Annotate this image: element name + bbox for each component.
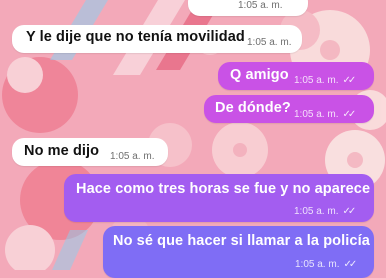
message-time-text: 1:05 a. m.	[294, 75, 339, 86]
message-text: Y le dije que no tenía movilidad	[26, 29, 245, 45]
message-incoming[interactable]: 1:05 a. m.	[188, 0, 308, 16]
message-time: 1:05 a. m.	[247, 37, 292, 48]
message-time-text: 1:05 a. m.	[294, 206, 339, 217]
double-check-icon: ✓✓	[342, 206, 356, 217]
double-check-icon: ✓✓	[342, 75, 356, 86]
message-time: 1:05 a. m. ✓✓	[295, 259, 357, 270]
message-time: 1:05 a. m. ✓✓	[294, 206, 356, 217]
message-outgoing[interactable]: De dónde? 1:05 a. m. ✓✓	[204, 95, 374, 123]
message-incoming[interactable]: Y le dije que no tenía movilidad 1:05 a.…	[12, 25, 302, 53]
double-check-icon: ✓✓	[343, 259, 357, 270]
message-text: Q amigo	[230, 67, 289, 83]
message-outgoing[interactable]: Hace como tres horas se fue y no aparece…	[64, 174, 374, 222]
message-text: No sé que hacer si llamar a la policía	[113, 233, 370, 249]
message-text: No me dijo	[24, 143, 100, 159]
message-text: Hace como tres horas se fue y no aparece	[76, 181, 371, 197]
message-time: 1:05 a. m.	[238, 0, 283, 11]
message-outgoing[interactable]: No sé que hacer si llamar a la policía 1…	[103, 226, 374, 278]
message-outgoing[interactable]: Q amigo 1:05 a. m. ✓✓	[218, 62, 374, 90]
message-time-text: 1:05 a. m.	[294, 109, 339, 120]
message-time: 1:05 a. m.	[110, 151, 155, 162]
message-time-text: 1:05 a. m.	[295, 259, 340, 270]
message-time: 1:05 a. m. ✓✓	[294, 109, 356, 120]
message-incoming[interactable]: No me dijo 1:05 a. m.	[12, 138, 168, 166]
message-text: De dónde?	[215, 100, 291, 116]
message-time: 1:05 a. m. ✓✓	[294, 75, 356, 86]
double-check-icon: ✓✓	[342, 109, 356, 120]
